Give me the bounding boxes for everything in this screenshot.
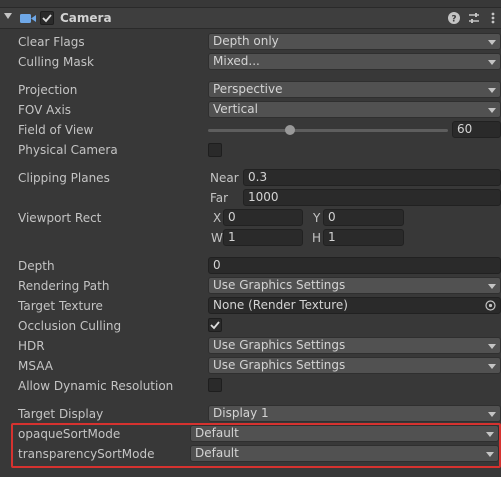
depth-input[interactable]: 0 (208, 257, 501, 274)
clear-flags-label: Clear Flags (18, 35, 85, 49)
projection-label: Projection (18, 83, 78, 97)
occlusion-culling-checkbox[interactable] (208, 318, 222, 332)
viewport-y-label: Y (313, 211, 321, 225)
chevron-down-icon (488, 284, 496, 289)
target-icon[interactable] (485, 300, 496, 311)
target-texture-value: None (Render Texture) (213, 298, 348, 312)
viewport-y-input[interactable]: 0 (323, 209, 404, 226)
viewport-rect-label: Viewport Rect (18, 211, 102, 225)
transparency-sort-mode-value: Default (195, 446, 239, 460)
field-of-view-label: Field of View (18, 123, 94, 137)
component-header[interactable]: Camera ? (0, 7, 501, 29)
msaa-dropdown[interactable]: Use Graphics Settings (208, 357, 501, 374)
presets-icon[interactable] (467, 11, 481, 25)
clear-flags-dropdown[interactable]: Depth only (208, 33, 501, 50)
field-of-view-slider-thumb[interactable] (285, 125, 295, 135)
field-of-view-slider[interactable] (208, 129, 448, 132)
chevron-down-icon (488, 40, 496, 45)
component-enabled-checkbox[interactable] (40, 11, 54, 25)
checkmark-icon (42, 14, 52, 23)
chevron-down-icon (488, 364, 496, 369)
opaque-sort-mode-label: opaqueSortMode (18, 427, 121, 441)
target-display-label: Target Display (18, 407, 104, 421)
msaa-value: Use Graphics Settings (213, 358, 346, 372)
physical-camera-label: Physical Camera (18, 143, 118, 157)
culling-mask-label: Culling Mask (18, 55, 94, 69)
rendering-path-dropdown[interactable]: Use Graphics Settings (208, 277, 501, 294)
fov-axis-dropdown[interactable]: Vertical (208, 101, 501, 118)
clipping-planes-label: Clipping Planes (18, 171, 110, 185)
culling-mask-dropdown[interactable]: Mixed... (208, 53, 501, 70)
chevron-down-icon (488, 88, 496, 93)
target-display-dropdown[interactable]: Display 1 (208, 405, 501, 422)
target-display-value: Display 1 (213, 406, 269, 420)
chevron-down-icon (488, 60, 496, 65)
hdr-value: Use Graphics Settings (213, 338, 346, 352)
chevron-down-icon (486, 452, 494, 457)
opaque-sort-mode-dropdown[interactable]: Default (190, 425, 499, 442)
viewport-x-input[interactable]: 0 (223, 209, 303, 226)
hdr-label: HDR (18, 339, 45, 353)
near-input[interactable]: 0.3 (243, 169, 501, 186)
projection-value: Perspective (213, 82, 283, 96)
fov-axis-label: FOV Axis (18, 103, 72, 117)
allow-dynamic-resolution-label: Allow Dynamic Resolution (18, 379, 174, 393)
opaque-sort-mode-value: Default (195, 426, 239, 440)
transparency-sort-mode-label: transparencySortMode (18, 447, 155, 461)
culling-mask-value: Mixed... (213, 54, 260, 68)
viewport-x-label: X (213, 211, 222, 225)
viewport-w-label: W (211, 231, 223, 245)
near-label: Near (210, 171, 239, 185)
checkmark-icon (210, 321, 220, 330)
occlusion-culling-label: Occlusion Culling (18, 319, 122, 333)
component-title: Camera (60, 11, 112, 25)
fov-axis-value: Vertical (213, 102, 258, 116)
viewport-w-input[interactable]: 1 (223, 229, 303, 246)
chevron-down-icon (488, 412, 496, 417)
target-texture-label: Target Texture (18, 299, 103, 313)
kebab-menu-icon[interactable] (486, 11, 500, 25)
viewport-h-label: H (312, 231, 322, 245)
projection-dropdown[interactable]: Perspective (208, 81, 501, 98)
depth-label: Depth (18, 259, 55, 273)
clear-flags-value: Depth only (213, 34, 279, 48)
msaa-label: MSAA (18, 359, 53, 373)
chevron-down-icon (488, 108, 496, 113)
physical-camera-checkbox[interactable] (208, 143, 222, 157)
allow-dynamic-resolution-checkbox[interactable] (208, 378, 222, 392)
transparency-sort-mode-dropdown[interactable]: Default (190, 445, 499, 462)
far-input[interactable]: 1000 (243, 189, 501, 206)
viewport-h-input[interactable]: 1 (323, 229, 404, 246)
target-texture-field[interactable]: None (Render Texture) (208, 297, 501, 314)
rendering-path-label: Rendering Path (18, 279, 110, 293)
svg-text:?: ? (451, 15, 456, 25)
chevron-down-icon[interactable] (4, 13, 12, 19)
chevron-down-icon (488, 344, 496, 349)
far-label: Far (210, 191, 229, 205)
chevron-down-icon (486, 432, 494, 437)
help-icon[interactable]: ? (447, 11, 461, 25)
hdr-dropdown[interactable]: Use Graphics Settings (208, 337, 501, 354)
rendering-path-value: Use Graphics Settings (213, 278, 346, 292)
camera-icon (20, 14, 36, 23)
field-of-view-input[interactable]: 60 (452, 121, 501, 138)
